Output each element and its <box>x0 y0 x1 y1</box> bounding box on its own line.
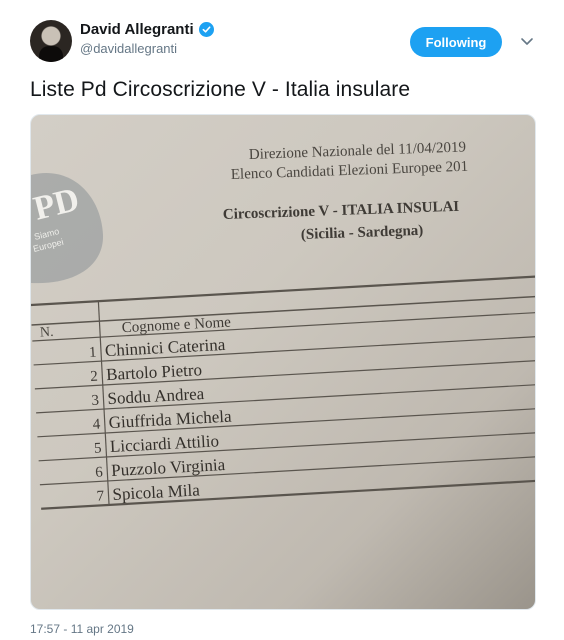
row-number: 5 <box>94 440 102 456</box>
doc-section-subtitle: (Sicilia - Sardegna) <box>301 223 424 243</box>
chevron-down-icon[interactable] <box>518 32 536 50</box>
table-row: 4 Giuffrida Michela <box>92 407 232 433</box>
row-number: 3 <box>91 393 99 409</box>
tweet-text: Liste Pd Circoscrizione V - Italia insul… <box>30 78 411 101</box>
row-number: 2 <box>90 369 98 385</box>
tweet-timestamp[interactable]: 17:57 - 11 apr 2019 <box>30 622 134 636</box>
name-row: David Allegranti <box>80 21 214 38</box>
row-number: 4 <box>92 417 101 433</box>
document-photo: PD Siamo Europei Direzione Nazionale del… <box>31 139 535 510</box>
author-name[interactable]: David Allegranti <box>80 21 194 38</box>
row-name: Licciardi Attilio <box>109 431 219 456</box>
doc-section-title: Circoscrizione V - ITALIA INSULAI <box>223 199 460 223</box>
col-header-name: Cognome e Nome <box>121 315 231 337</box>
table-row: 3 Soddu Andrea <box>91 384 205 409</box>
table-row: 1 Chinnici Caterina <box>89 335 226 361</box>
tweet-photo[interactable]: PD Siamo Europei Direzione Nazionale del… <box>30 114 536 610</box>
following-button[interactable]: Following <box>410 27 502 57</box>
row-number: 7 <box>96 488 105 504</box>
col-header-number: N. <box>40 325 54 341</box>
author-handle[interactable]: @davidallegranti <box>80 41 214 56</box>
candidate-table: N. Cognome e Nome 1 Chinnici Caterina2 Bar… <box>31 274 535 510</box>
verified-badge-icon <box>198 22 214 37</box>
row-name: Puzzolo Virginia <box>111 455 226 480</box>
avatar[interactable] <box>30 20 72 62</box>
row-name: Chinnici Caterina <box>104 335 226 360</box>
pd-logo: PD Siamo Europei <box>31 173 104 284</box>
table-row: 2 Bartolo Pietro <box>90 360 203 385</box>
author-block: David Allegranti @davidallegranti <box>80 21 214 56</box>
row-number: 6 <box>95 464 104 480</box>
table-row: 5 Licciardi Attilio <box>94 431 220 457</box>
table-row: 6 Puzzolo Virginia <box>95 455 226 481</box>
row-name: Giuffrida Michela <box>108 407 232 432</box>
tweet-header: David Allegranti @davidallegranti Follow… <box>30 18 544 68</box>
row-number: 1 <box>89 345 97 361</box>
